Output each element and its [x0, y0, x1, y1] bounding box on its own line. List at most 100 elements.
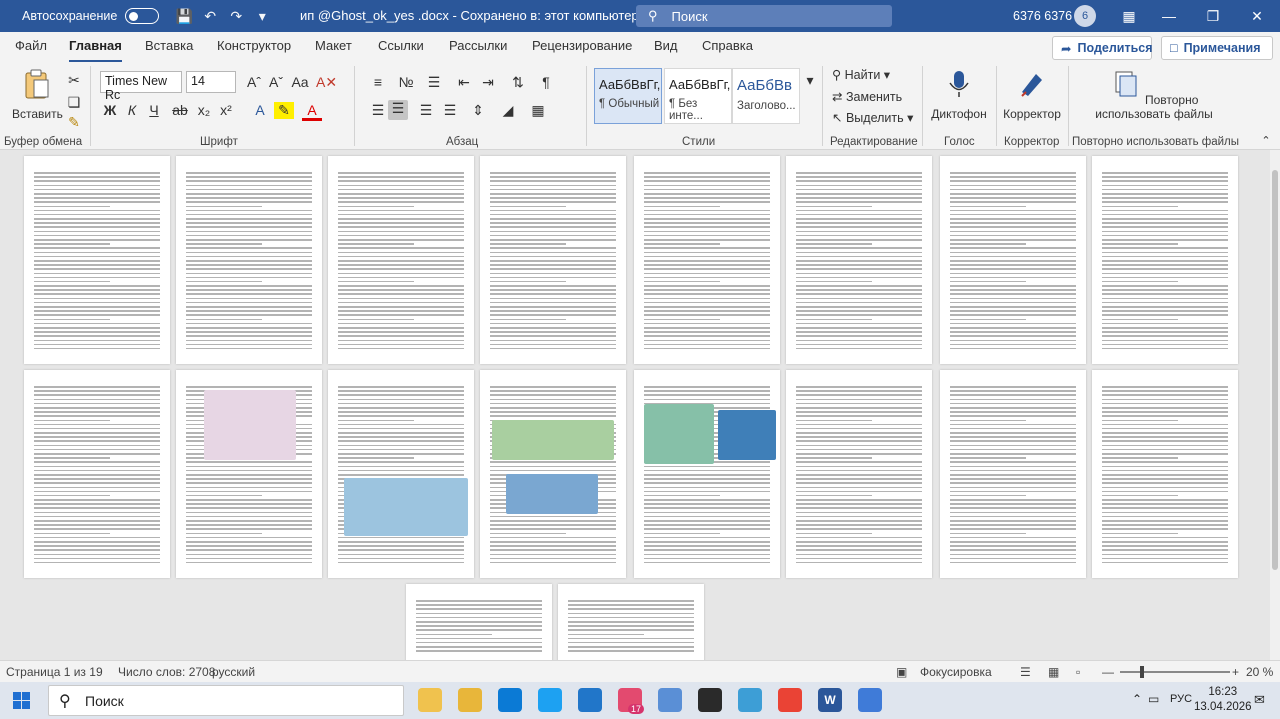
- tab-insert[interactable]: Вставка: [145, 38, 193, 53]
- align-right-icon[interactable]: ☰: [416, 102, 436, 119]
- undo-icon[interactable]: ↶: [197, 8, 223, 25]
- document-page[interactable]: [176, 156, 322, 364]
- app-icon[interactable]: [738, 688, 762, 712]
- select-button[interactable]: ↖ Выделить ▾: [832, 110, 913, 125]
- find-button[interactable]: ⚲ Найти ▾: [832, 67, 890, 82]
- document-page[interactable]: [940, 370, 1086, 578]
- style-no-spacing[interactable]: АаБбВвГг, ¶ Без инте...: [664, 68, 732, 124]
- chrome-icon[interactable]: [418, 688, 442, 712]
- document-page[interactable]: [634, 370, 780, 578]
- minimize-icon[interactable]: —: [1146, 0, 1192, 32]
- yandex-icon[interactable]: [778, 688, 802, 712]
- focus-icon[interactable]: ▣: [896, 665, 907, 679]
- print-layout-icon[interactable]: ▦: [1048, 665, 1059, 679]
- save-icon[interactable]: 💾: [171, 8, 197, 25]
- superscript-icon[interactable]: x²: [216, 102, 236, 118]
- autosave-toggle[interactable]: [125, 8, 160, 24]
- tab-references[interactable]: Ссылки: [378, 38, 424, 53]
- language[interactable]: русский: [212, 665, 255, 679]
- share-button[interactable]: ➦ Поделиться: [1052, 36, 1153, 60]
- font-color-icon[interactable]: A: [302, 102, 322, 121]
- maximize-icon[interactable]: ❐: [1190, 0, 1236, 32]
- reuse-files-button[interactable]: Повторно использовать файлы: [1084, 68, 1224, 121]
- tab-mailings[interactable]: Рассылки: [449, 38, 507, 53]
- terminal-icon[interactable]: [698, 688, 722, 712]
- format-painter-icon[interactable]: ✎: [64, 114, 84, 131]
- zoom-in-icon[interactable]: +: [1232, 665, 1239, 679]
- comments-button[interactable]: □ Примечания: [1161, 36, 1273, 60]
- line-spacing-icon[interactable]: ⇕: [468, 102, 488, 119]
- paste-button[interactable]: Вставить: [12, 68, 63, 121]
- document-page[interactable]: [406, 584, 552, 660]
- grow-font-icon[interactable]: Aˆ: [244, 74, 264, 90]
- style-heading1[interactable]: АаБбВв Заголово...: [732, 68, 800, 124]
- notifications-icon[interactable]: ✉: [1254, 692, 1265, 708]
- highlight-icon[interactable]: ✎: [274, 102, 294, 119]
- windows-start-icon[interactable]: [13, 692, 30, 709]
- document-page[interactable]: [328, 156, 474, 364]
- outlook-icon[interactable]: [578, 688, 602, 712]
- document-page[interactable]: [634, 156, 780, 364]
- strikethrough-icon[interactable]: ab: [170, 102, 190, 118]
- word-icon[interactable]: W: [818, 688, 842, 712]
- tab-help[interactable]: Справка: [702, 38, 753, 53]
- multilevel-list-icon[interactable]: ☰: [424, 74, 444, 91]
- document-page[interactable]: [24, 370, 170, 578]
- zoom-slider[interactable]: [1120, 671, 1230, 673]
- customize-qat-icon[interactable]: ▾: [249, 8, 275, 25]
- user-name[interactable]: 6376 6376: [1013, 9, 1072, 23]
- tab-home[interactable]: Главная: [69, 38, 122, 63]
- zoom-level[interactable]: 20 %: [1246, 665, 1273, 679]
- document-page[interactable]: [480, 370, 626, 578]
- page-count[interactable]: Страница 1 из 19: [6, 665, 103, 679]
- bold-icon[interactable]: Ж: [100, 102, 120, 118]
- document-area[interactable]: [0, 150, 1270, 660]
- document-page[interactable]: [558, 584, 704, 660]
- align-center-icon[interactable]: ☰: [388, 100, 408, 120]
- document-page[interactable]: [24, 156, 170, 364]
- text-effects-icon[interactable]: A: [250, 102, 270, 118]
- zoom-slider-thumb[interactable]: [1140, 666, 1144, 678]
- styles-more-icon[interactable]: ▾: [800, 72, 820, 89]
- italic-icon[interactable]: К: [122, 102, 142, 118]
- app2-icon[interactable]: [858, 688, 882, 712]
- read-mode-icon[interactable]: ☰: [1020, 665, 1031, 679]
- word-count[interactable]: Число слов: 2708: [118, 665, 215, 679]
- document-page[interactable]: [176, 370, 322, 578]
- font-size-select[interactable]: 14: [186, 71, 236, 93]
- keyboard-language[interactable]: РУС: [1170, 693, 1192, 705]
- show-marks-icon[interactable]: ¶: [536, 74, 556, 90]
- shrink-font-icon[interactable]: Aˇ: [266, 74, 286, 90]
- search-box[interactable]: ⚲ Поиск: [636, 5, 892, 27]
- tray-chevron-icon[interactable]: ⌃: [1132, 692, 1142, 706]
- align-left-icon[interactable]: ☰: [368, 102, 388, 119]
- redo-icon[interactable]: ↷: [223, 8, 249, 25]
- network-icon[interactable]: ▭: [1148, 692, 1159, 706]
- document-page[interactable]: [328, 370, 474, 578]
- document-page[interactable]: [786, 370, 932, 578]
- document-page[interactable]: [1092, 370, 1238, 578]
- decrease-indent-icon[interactable]: ⇤: [454, 74, 474, 91]
- vertical-scrollbar[interactable]: [1270, 150, 1280, 660]
- document-page[interactable]: [940, 156, 1086, 364]
- replace-button[interactable]: ⇄ Заменить: [832, 89, 902, 104]
- web-layout-icon[interactable]: ▫: [1076, 665, 1080, 679]
- document-page[interactable]: [480, 156, 626, 364]
- font-name-select[interactable]: Times New Rc: [100, 71, 182, 102]
- close-icon[interactable]: ✕: [1234, 0, 1280, 32]
- underline-icon[interactable]: Ч: [144, 102, 164, 118]
- increase-indent-icon[interactable]: ⇥: [478, 74, 498, 91]
- taskbar-search[interactable]: ⚲ Поиск: [48, 685, 404, 716]
- zoom-out-icon[interactable]: —: [1102, 665, 1114, 679]
- style-normal[interactable]: АаБбВвГг, ¶ Обычный: [594, 68, 662, 124]
- justify-icon[interactable]: ☰: [440, 102, 460, 119]
- clear-formatting-icon[interactable]: A✕: [316, 74, 337, 91]
- change-case-icon[interactable]: Aa: [290, 74, 310, 90]
- editor-button[interactable]: Корректор: [1000, 68, 1064, 121]
- avatar[interactable]: 6: [1074, 5, 1096, 27]
- tab-design[interactable]: Конструктор: [217, 38, 291, 53]
- tab-view[interactable]: Вид: [654, 38, 678, 53]
- shading-icon[interactable]: ◢: [498, 102, 518, 119]
- collapse-ribbon-icon[interactable]: ⌃: [1256, 134, 1276, 147]
- photos-icon[interactable]: [658, 688, 682, 712]
